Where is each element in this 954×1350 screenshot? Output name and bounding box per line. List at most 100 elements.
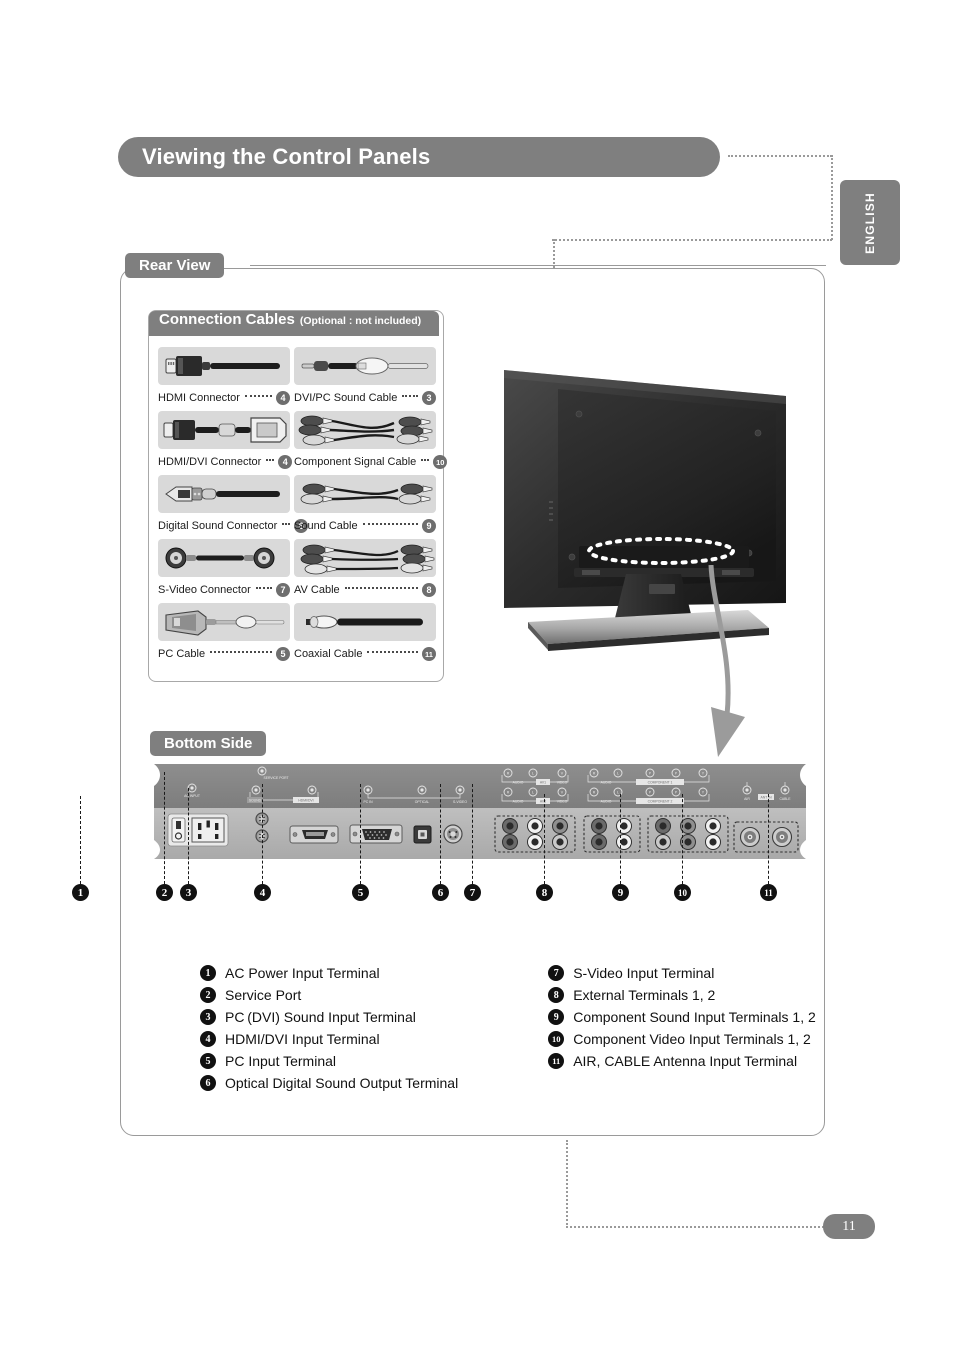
cable-caption: Digital Sound Connector 6 bbox=[158, 513, 309, 539]
cable-label: HDMI Connector bbox=[158, 392, 240, 404]
legend-bullet-2: 2 bbox=[200, 987, 216, 1003]
cable-item: S-Video Connector 7 bbox=[158, 539, 290, 603]
pc-cable-icon bbox=[158, 603, 290, 641]
callout-marker-2: 2 bbox=[156, 884, 173, 901]
cable-label: AV Cable bbox=[294, 584, 340, 596]
section-tab-rear-view: Rear View bbox=[125, 253, 225, 278]
cable-ref-badge: 11 bbox=[422, 647, 436, 661]
cable-leader-dots bbox=[266, 459, 275, 461]
legend-item: 3 PC (DVI) Sound Input Terminal bbox=[200, 1006, 458, 1028]
callout-marker-10: 10 bbox=[674, 884, 691, 901]
sound-cable-icon bbox=[294, 475, 436, 513]
cable-caption: PC Cable 5 bbox=[158, 641, 290, 667]
legend-bullet-8: 8 bbox=[548, 987, 565, 1003]
cable-leader-dots bbox=[362, 523, 418, 525]
language-tab-english: ENGLISH bbox=[840, 180, 900, 265]
legend-bullet-6: 6 bbox=[200, 1075, 216, 1091]
legend-bullet-11: 11 bbox=[548, 1053, 565, 1069]
legend-text: Component Sound Input Terminals 1, 2 bbox=[573, 1009, 816, 1025]
cable-caption: HDMI/DVI Connector 4 bbox=[158, 449, 293, 475]
cable-leader-dots bbox=[344, 587, 418, 589]
legend-text: HDMI/DVI Input Terminal bbox=[225, 1031, 380, 1047]
legend-item: 6 Optical Digital Sound Output Terminal bbox=[200, 1072, 458, 1094]
hdmi-connector-icon bbox=[158, 347, 290, 385]
s-video-connector-icon bbox=[158, 539, 290, 577]
legend-bullet-9: 9 bbox=[548, 1009, 565, 1025]
footer-dotline-vertical bbox=[566, 1140, 568, 1228]
cable-ref-badge: 9 bbox=[422, 519, 436, 533]
legend-text: PC (DVI) Sound Input Terminal bbox=[225, 1009, 416, 1025]
hdmi-dvi-connector-icon bbox=[158, 411, 290, 449]
cable-ref-badge: 7 bbox=[276, 583, 290, 597]
legend-text: S-Video Input Terminal bbox=[573, 965, 715, 981]
cable-leader-dots bbox=[255, 587, 272, 589]
cable-caption: HDMI Connector 4 bbox=[158, 385, 290, 411]
legend-item: 8 External Terminals 1, 2 bbox=[548, 984, 816, 1006]
page-title: Viewing the Control Panels bbox=[142, 144, 431, 169]
callout-marker-4: 4 bbox=[254, 884, 271, 901]
legend-item: 5 PC Input Terminal bbox=[200, 1050, 458, 1072]
legend-bullet-3: 3 bbox=[200, 1009, 216, 1025]
rear-view-rule bbox=[250, 265, 826, 266]
digital-sound-connector-icon bbox=[158, 475, 290, 513]
callout-leader-line bbox=[544, 794, 545, 884]
cable-ref-badge: 4 bbox=[276, 391, 290, 405]
connection-cables-header: Connection Cables (Optional : not includ… bbox=[149, 311, 439, 336]
av-cable-icon bbox=[294, 539, 436, 577]
component-signal-cable-icon bbox=[294, 411, 436, 449]
callout-marker-8: 8 bbox=[536, 884, 553, 901]
connection-cables-box: Connection Cables (Optional : not includ… bbox=[148, 310, 448, 682]
legend-bullet-10: 10 bbox=[548, 1031, 565, 1047]
callout-markers: 1 2 3 4 5 6 7 8 9 10 11 bbox=[72, 762, 810, 912]
callout-marker-5: 5 bbox=[352, 884, 369, 901]
legend-text: External Terminals 1, 2 bbox=[573, 987, 716, 1003]
legend-text: PC Input Terminal bbox=[225, 1053, 337, 1069]
cable-label: Sound Cable bbox=[294, 520, 358, 532]
connection-cables-subtitle: (Optional : not included) bbox=[299, 315, 422, 327]
cable-label: Digital Sound Connector bbox=[158, 520, 278, 532]
cable-caption: Sound Cable 9 bbox=[294, 513, 436, 539]
cable-ref-badge: 4 bbox=[278, 455, 293, 469]
legend-bullet-7: 7 bbox=[548, 965, 565, 981]
cable-label: DVI/PC Sound Cable bbox=[294, 392, 398, 404]
decorative-dotline-mid bbox=[552, 239, 832, 241]
cable-ref-badge: 5 bbox=[276, 647, 290, 661]
cable-item: PC Cable 5 bbox=[158, 603, 290, 667]
cable-item: Sound Cable 9 bbox=[294, 475, 436, 539]
cable-caption: Coaxial Cable 11 bbox=[294, 641, 436, 667]
legend-bullet-1: 1 bbox=[200, 965, 216, 981]
cable-ref-badge: 3 bbox=[422, 391, 436, 405]
coaxial-cable-icon bbox=[294, 603, 436, 641]
section-tab-bottom-side: Bottom Side bbox=[150, 731, 267, 756]
legend-item: 10 Component Video Input Terminals 1, 2 bbox=[548, 1028, 816, 1050]
connection-cables-grid: HDMI Connector 4 DVI/PC Sound Cable 3 HDMI… bbox=[158, 347, 448, 667]
callout-marker-6: 6 bbox=[432, 884, 449, 901]
callout-leader-line bbox=[262, 784, 263, 884]
footer-dotline-horizontal bbox=[566, 1226, 824, 1228]
cable-item: Component Signal Cable 10 bbox=[294, 411, 448, 475]
callout-leader-line bbox=[360, 784, 361, 884]
dvi-pc-sound-cable-icon bbox=[294, 347, 436, 385]
cable-caption: AV Cable 8 bbox=[294, 577, 436, 603]
legend-item: 1 AC Power Input Terminal bbox=[200, 962, 458, 984]
cable-label: Component Signal Cable bbox=[294, 456, 417, 468]
legend-text: AC Power Input Terminal bbox=[225, 965, 380, 981]
legend-bullet-4: 4 bbox=[200, 1031, 216, 1047]
cable-item: Digital Sound Connector 6 bbox=[158, 475, 309, 539]
section-tab-bottom-side-label: Bottom Side bbox=[164, 735, 253, 752]
language-tab-label: ENGLISH bbox=[863, 191, 877, 254]
callout-leader-line bbox=[682, 794, 683, 884]
cable-leader-dots bbox=[402, 395, 418, 397]
page-number-text: 11 bbox=[842, 1218, 856, 1234]
cable-leader-dots bbox=[282, 523, 291, 525]
legend-item: 7 S-Video Input Terminal bbox=[548, 962, 816, 984]
cable-label: PC Cable bbox=[158, 648, 206, 660]
cable-leader-dots bbox=[244, 395, 272, 397]
callout-leader-line bbox=[440, 784, 441, 884]
terminal-legend: 1 AC Power Input Terminal 2 Service Port 3 PC… bbox=[200, 962, 816, 1094]
flow-arrow-icon bbox=[655, 564, 805, 765]
cable-label: HDMI/DVI Connector bbox=[158, 456, 262, 468]
cable-caption: DVI/PC Sound Cable 3 bbox=[294, 385, 436, 411]
legend-item: 4 HDMI/DVI Input Terminal bbox=[200, 1028, 458, 1050]
cable-item: HDMI/DVI Connector 4 bbox=[158, 411, 293, 475]
